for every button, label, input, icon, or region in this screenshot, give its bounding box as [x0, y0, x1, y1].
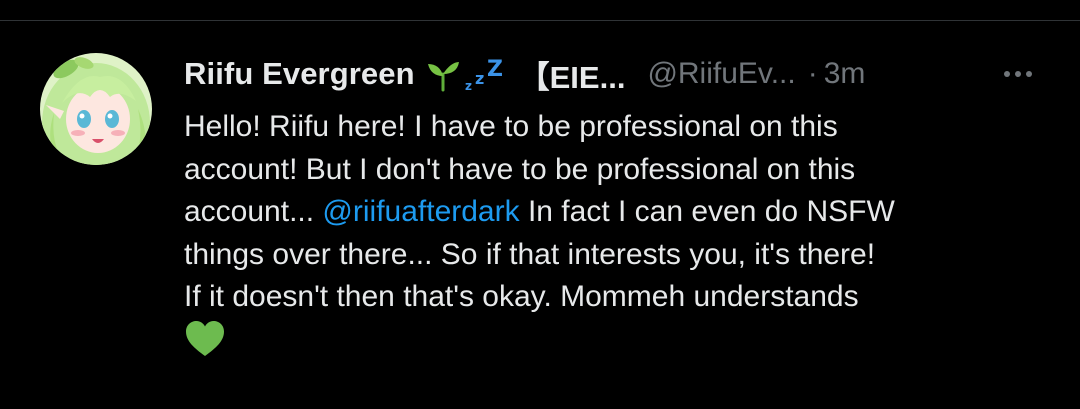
green-heart-icon — [184, 319, 226, 359]
body-text-segment: account... — [184, 195, 323, 228]
top-divider — [0, 20, 1080, 21]
body-line: account! But I don't have to be professi… — [184, 152, 856, 186]
more-options-icon[interactable] — [998, 56, 1038, 92]
tweet-header: Riifu Evergreen z z Z 【EIE... @RiifuEv..… — [184, 52, 865, 96]
timestamp[interactable]: 3m — [824, 57, 866, 91]
dot — [1026, 71, 1032, 77]
body-line: account... @riifuafterdark In fact I can… — [184, 191, 1044, 234]
mention-link[interactable]: @riifuafterdark — [322, 195, 519, 228]
svg-text:Z: Z — [487, 57, 503, 82]
dot — [1004, 71, 1010, 77]
author-handle[interactable]: @RiifuEv... — [647, 57, 795, 91]
author-name[interactable]: Riifu Evergreen — [184, 56, 415, 92]
avatar[interactable] — [40, 53, 152, 165]
zzz-icon: z z Z — [463, 54, 503, 94]
separator-dot: · — [807, 57, 818, 90]
body-line — [184, 319, 1044, 364]
body-line: Hello! Riifu here! I have to be professi… — [184, 110, 838, 143]
dot — [1015, 71, 1021, 77]
body-text-segment: In fact I can even do NSFW — [519, 195, 895, 228]
body-line: If it doesn't then that's okay. Mommeh u… — [184, 280, 859, 313]
name-badge: 【EIE... — [518, 59, 626, 95]
tweet-body: Hello! Riifu here! I have to be professi… — [184, 106, 1044, 363]
svg-text:z: z — [465, 79, 472, 93]
seedling-icon — [425, 56, 461, 92]
body-line: things over there... So if that interest… — [184, 237, 876, 271]
svg-text:z: z — [475, 69, 484, 88]
